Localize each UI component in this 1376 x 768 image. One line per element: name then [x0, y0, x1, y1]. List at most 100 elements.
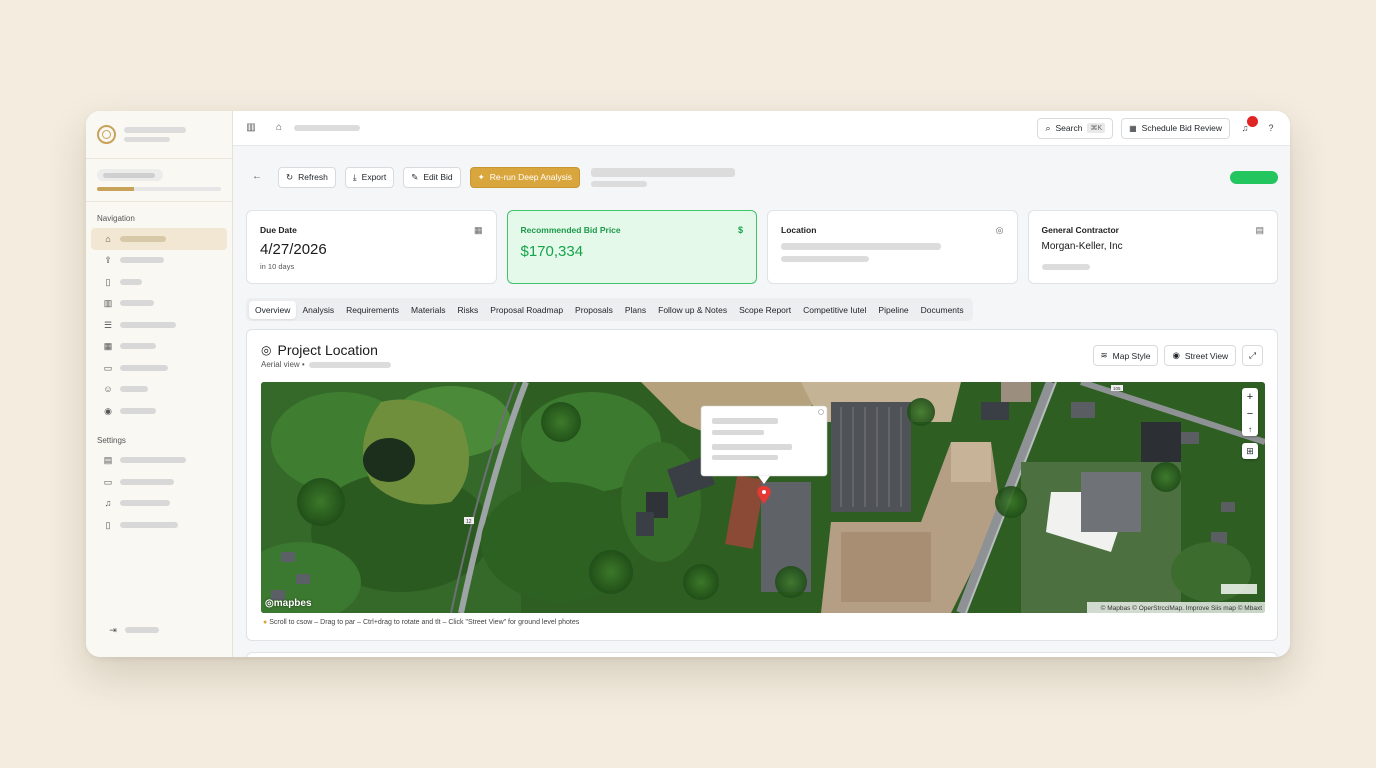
notifications-bell-icon[interactable]: ♫ [1238, 116, 1258, 133]
sidebar-item-folder[interactable]: ▭ [91, 357, 227, 379]
brand-logo-icon[interactable] [97, 125, 116, 144]
tab-plans[interactable]: Plans [619, 301, 652, 319]
tab-risks[interactable]: Risks [452, 301, 485, 319]
topbar: ▥ ⌂ ⌕ Search ⌘K ▦ Schedule Bid Review ♫ … [233, 111, 1290, 146]
tab-competitive-iutel[interactable]: Competitive Iutel [797, 301, 872, 319]
street-view-button[interactable]: ◉ Street View [1164, 345, 1237, 366]
sidebar-item-calendar[interactable]: ▦ [91, 336, 227, 358]
building-icon: ▤ [1255, 225, 1264, 235]
map-actions: ≋ Map Style ◉ Street View ⤢ [1092, 345, 1263, 366]
recommended-bid-price-card: Recommended Bid Price $170,334 $ [506, 210, 757, 284]
tab-proposals[interactable]: Proposals [569, 301, 619, 319]
schedule-bid-review-button[interactable]: ▦ Schedule Bid Review [1121, 117, 1230, 139]
sidebar-item-upload[interactable]: ⇪ [91, 250, 227, 272]
fullscreen-button[interactable]: ⤢ [1242, 345, 1263, 366]
bid-price-value: $170,334 [520, 243, 584, 260]
map-brand-logo: ◎mapbes [265, 598, 312, 609]
sidebar-item-guide[interactable]: ▯ [91, 514, 227, 536]
road-label-12: 12 [466, 519, 472, 525]
breadcrumb-home-icon[interactable]: ⌂ [273, 122, 285, 134]
refresh-icon: ↻ [286, 171, 294, 182]
due-date-value: 4/27/2026 [260, 241, 327, 258]
brand-name [124, 127, 186, 142]
bid-title [591, 167, 735, 187]
zoom-in-button[interactable]: + [1247, 391, 1253, 403]
logout-icon: ⇥ [109, 625, 117, 636]
nav-section-label: Navigation [97, 214, 135, 223]
map-attribution[interactable]: © Mapbas © OperStrcciMap. Improve Siis m… [1101, 605, 1262, 612]
project-location-panel: ◎ Project Location Aerial view • ≋ Map St… [246, 329, 1278, 641]
help-icon[interactable]: ? [1264, 123, 1278, 133]
sidebar-toggle-icon[interactable]: ▥ [245, 122, 257, 134]
credit-card-icon: ▭ [103, 476, 113, 487]
summary-cards: Due Date 4/27/2026 in 10 days ▦ Recommen… [246, 210, 1278, 284]
coin-icon: ◉ [104, 405, 112, 416]
sidebar-item-list[interactable]: ☰ [91, 314, 227, 336]
home-icon: ⌂ [105, 233, 111, 244]
tab-scope-report[interactable]: Scope Report [733, 301, 797, 319]
tab-requirements[interactable]: Requirements [340, 301, 405, 319]
pencil-icon: ✎ [411, 171, 419, 182]
sidebar-item-logout[interactable]: ⇥ [96, 620, 171, 642]
three-d-toggle-icon[interactable]: ⊞ [1242, 443, 1258, 459]
export-button[interactable]: ⤓ Export [344, 166, 395, 188]
dollar-icon: $ [737, 225, 743, 235]
zoom-out-button[interactable]: − [1247, 408, 1253, 420]
map-help-note: ● Scroll to csow – Drag to par – Ctrl+dr… [263, 619, 580, 626]
calendar-icon: ▦ [473, 225, 483, 235]
download-icon: ⤓ [352, 171, 357, 182]
contractor-name: Morgan-Keller, Inc [1041, 241, 1123, 252]
calendar-icon: ▦ [103, 341, 113, 352]
expand-icon: ⤢ [1249, 350, 1256, 360]
notification-badge [1247, 116, 1258, 127]
breadcrumb [294, 125, 360, 131]
due-date-card: Due Date 4/27/2026 in 10 days ▦ [246, 210, 497, 284]
bid-action-bar: ← ↻ Refresh ⤓ Export ✎ Edit Bid ✦ Re-run Dee… [251, 166, 1278, 188]
aerial-map[interactable]: 12 105 + − ↑ ⊞ ◎mapbes © Mapbas © OperSt… [261, 382, 1265, 613]
refresh-button[interactable]: ↻ Refresh [278, 166, 336, 188]
sidebar-item-company[interactable]: ▤ [91, 450, 227, 472]
app-window: Navigation ⌂ ⇪ ▯ ▥ ☰ ▦ ▭ ☺ ◉ Settings ▤ … [86, 111, 1290, 657]
tab-overview[interactable]: Overview [249, 300, 297, 319]
building-icon: ▤ [103, 455, 113, 466]
folder-icon: ▭ [103, 362, 113, 373]
map-style-button[interactable]: ≋ Map Style [1092, 345, 1159, 366]
tab-materials[interactable]: Materials [405, 301, 451, 319]
back-arrow-icon[interactable]: ← [251, 171, 263, 183]
sidebar: Navigation ⌂ ⇪ ▯ ▥ ☰ ▦ ▭ ☺ ◉ Settings ▤ … [86, 111, 233, 657]
tab-follow-up-notes[interactable]: Follow up & Notes [652, 301, 733, 319]
zoom-controls: + − ↑ [1242, 388, 1258, 436]
panel-title: ◎ Project Location [261, 342, 378, 358]
org-switcher[interactable] [86, 159, 232, 202]
rerun-deep-analysis-button[interactable]: ✦ Re-run Deep Analysis [469, 166, 580, 188]
sparkle-icon: ✦ [477, 171, 485, 182]
map-pin-icon: ◎ [261, 343, 272, 357]
bid-tabs: Overview Analysis Requirements Materials Ris… [246, 298, 973, 321]
sidebar-item-reports[interactable]: ▥ [91, 293, 227, 315]
bell-icon: ♫ [104, 498, 112, 509]
list-icon: ☰ [103, 319, 113, 330]
sidebar-item-users[interactable]: ☺ [91, 379, 227, 401]
panel-subtitle: Aerial view • [261, 360, 391, 369]
status-badge [1230, 170, 1278, 184]
tab-documents[interactable]: Documents [915, 301, 970, 319]
lightbulb-icon: ● [263, 619, 268, 626]
book-icon: ▯ [105, 519, 111, 530]
next-section-panel [246, 652, 1278, 657]
sidebar-item-billing[interactable]: ◉ [91, 400, 227, 422]
edit-bid-button[interactable]: ✎ Edit Bid [403, 166, 461, 188]
tab-pipeline[interactable]: Pipeline [872, 301, 914, 319]
report-chart-icon: ▥ [103, 298, 113, 309]
sidebar-item-payment[interactable]: ▭ [91, 471, 227, 493]
sidebar-item-notifications[interactable]: ♫ [91, 493, 227, 515]
tab-proposal-roadmap[interactable]: Proposal Roadmap [484, 301, 569, 319]
location-address [781, 243, 1004, 262]
sidebar-item-home[interactable]: ⌂ [91, 228, 227, 250]
tab-analysis[interactable]: Analysis [296, 301, 340, 319]
search-button[interactable]: ⌕ Search ⌘K [1037, 117, 1114, 139]
map-pin-icon: ◎ [995, 225, 1004, 235]
sidebar-item-document[interactable]: ▯ [91, 271, 227, 293]
compass-reset-button[interactable]: ↑ [1248, 425, 1252, 434]
calendar-icon: ▦ [1129, 123, 1137, 133]
road-label-105: 105 [1113, 386, 1121, 391]
